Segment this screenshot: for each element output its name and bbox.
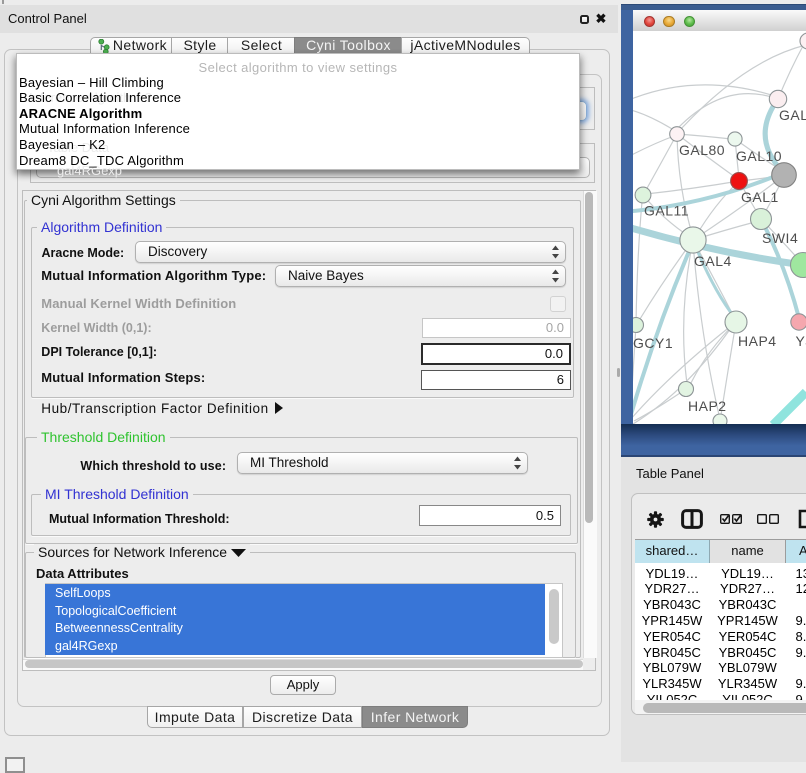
svg-text:HAP4: HAP4 <box>738 333 777 349</box>
svg-text:GAL11: GAL11 <box>644 203 689 219</box>
svg-text:SWI4: SWI4 <box>762 230 798 246</box>
svg-text:YJ: YJ <box>796 333 806 349</box>
svg-text:GAL1: GAL1 <box>741 189 779 205</box>
svg-text:GAL80: GAL80 <box>679 142 725 158</box>
svg-text:HAP2: HAP2 <box>688 398 727 414</box>
svg-text:GAL10: GAL10 <box>736 148 782 164</box>
svg-text:GAL4: GAL4 <box>694 253 732 269</box>
svg-text:GAL7: GAL7 <box>779 107 806 123</box>
svg-text:GCY1: GCY1 <box>633 335 673 351</box>
